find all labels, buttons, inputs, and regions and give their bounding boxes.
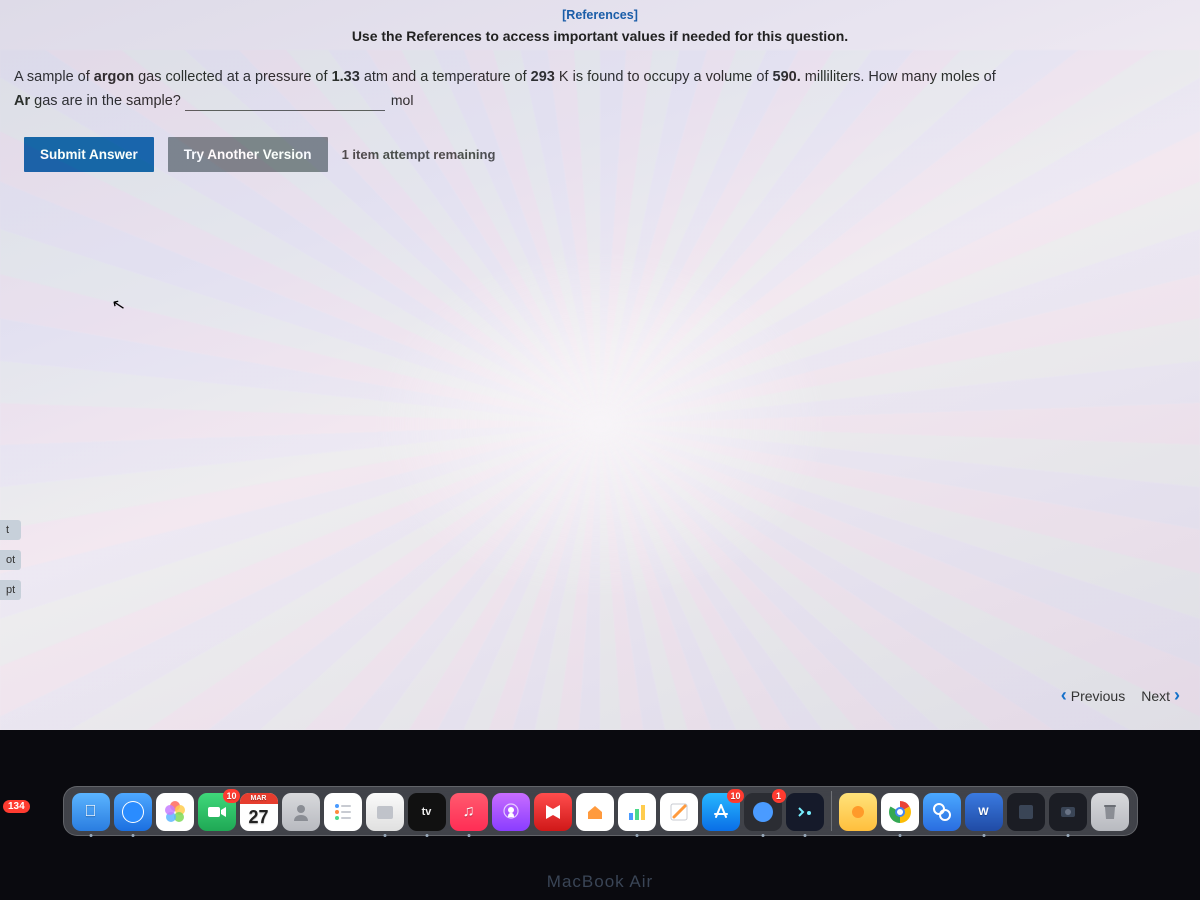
side-tab[interactable]: t	[0, 520, 21, 540]
safari-dark-icon[interactable]: 1	[744, 793, 782, 831]
chevron-right-icon: ›	[1174, 685, 1180, 706]
chevron-left-icon: ‹	[1061, 685, 1067, 706]
question-body: A sample of argon gas collected at a pre…	[0, 48, 1200, 123]
preview-icon[interactable]	[1007, 793, 1045, 831]
safari-icon[interactable]	[114, 793, 152, 831]
word-icon[interactable]: W	[965, 793, 1003, 831]
appletv-icon[interactable]: tv	[408, 793, 446, 831]
quiz-window: [References] Use the References to acces…	[0, 0, 1200, 730]
left-tab-strip: t ot pt	[0, 520, 21, 600]
news-icon[interactable]	[534, 793, 572, 831]
notes-icon[interactable]	[660, 793, 698, 831]
q-text: gas collected at a pressure of	[134, 69, 331, 85]
unit-label: mol	[391, 89, 414, 111]
attempts-remaining: 1 item attempt remaining	[342, 147, 496, 162]
q-text: gas are in the sample?	[30, 93, 181, 109]
references-link[interactable]: [References]	[562, 8, 638, 22]
next-label: Next	[1141, 688, 1170, 704]
calendar-month: MAR	[240, 793, 278, 804]
numbers-icon[interactable]	[618, 793, 656, 831]
try-another-button[interactable]: Try Another Version	[168, 137, 328, 172]
side-tab[interactable]: ot	[0, 550, 21, 570]
calendar-icon[interactable]: MAR 27	[240, 793, 278, 831]
dock-area: 􀎞 10 MAR 27 tv ♫	[0, 768, 1200, 854]
q-element: Ar	[14, 93, 30, 109]
previous-button[interactable]: ‹ Previous	[1061, 685, 1125, 706]
macos-dock: 􀎞 10 MAR 27 tv ♫	[63, 786, 1138, 836]
files-icon[interactable]	[366, 793, 404, 831]
podcasts-icon[interactable]	[492, 793, 530, 831]
next-button[interactable]: Next ›	[1141, 685, 1180, 706]
action-row: Submit Answer Try Another Version 1 item…	[0, 123, 1200, 186]
contacts-icon[interactable]	[282, 793, 320, 831]
cursor-icon: ↖	[110, 294, 127, 316]
screenshot-icon[interactable]	[1049, 793, 1087, 831]
instruction-text: Use the References to access important v…	[0, 28, 1200, 44]
q-gas: argon	[94, 69, 134, 85]
appstore-badge: 10	[727, 789, 743, 803]
facetime-badge: 10	[223, 789, 239, 803]
notif-badge: 1	[772, 789, 786, 803]
folder-icon[interactable]	[839, 793, 877, 831]
question-header: [References] Use the References to acces…	[0, 0, 1200, 48]
q-pressure: 1.33	[332, 69, 360, 85]
viewer-icon[interactable]	[923, 793, 961, 831]
answer-input[interactable]	[185, 91, 385, 111]
q-volume: 590.	[773, 69, 801, 85]
nav-row: ‹ Previous Next ›	[1061, 685, 1180, 706]
dock-separator	[831, 791, 832, 831]
q-text: atm and a temperature of	[360, 69, 531, 85]
word-label: W	[978, 806, 988, 818]
appstore-icon[interactable]: 10	[702, 793, 740, 831]
side-tab[interactable]: pt	[0, 580, 21, 600]
photos-icon[interactable]	[156, 793, 194, 831]
calendar-day: 27	[248, 804, 268, 831]
q-temp: 293	[531, 69, 555, 85]
submit-answer-button[interactable]: Submit Answer	[24, 137, 154, 172]
tv-label: tv	[422, 806, 432, 818]
q-text: A sample of	[14, 69, 94, 85]
macbook-label: MacBook Air	[0, 872, 1200, 892]
prev-label: Previous	[1071, 688, 1125, 704]
chrome-icon[interactable]	[881, 793, 919, 831]
finder-icon[interactable]: 􀎞	[72, 793, 110, 831]
q-text: milliliters. How many moles of	[801, 69, 996, 85]
facetime-icon[interactable]: 10	[198, 793, 236, 831]
q-text: K is found to occupy a volume of	[555, 69, 773, 85]
home-icon[interactable]	[576, 793, 614, 831]
reminders-icon[interactable]	[324, 793, 362, 831]
trash-icon[interactable]	[1091, 793, 1129, 831]
music-icon[interactable]: ♫	[450, 793, 488, 831]
terminal-icon[interactable]	[786, 793, 824, 831]
